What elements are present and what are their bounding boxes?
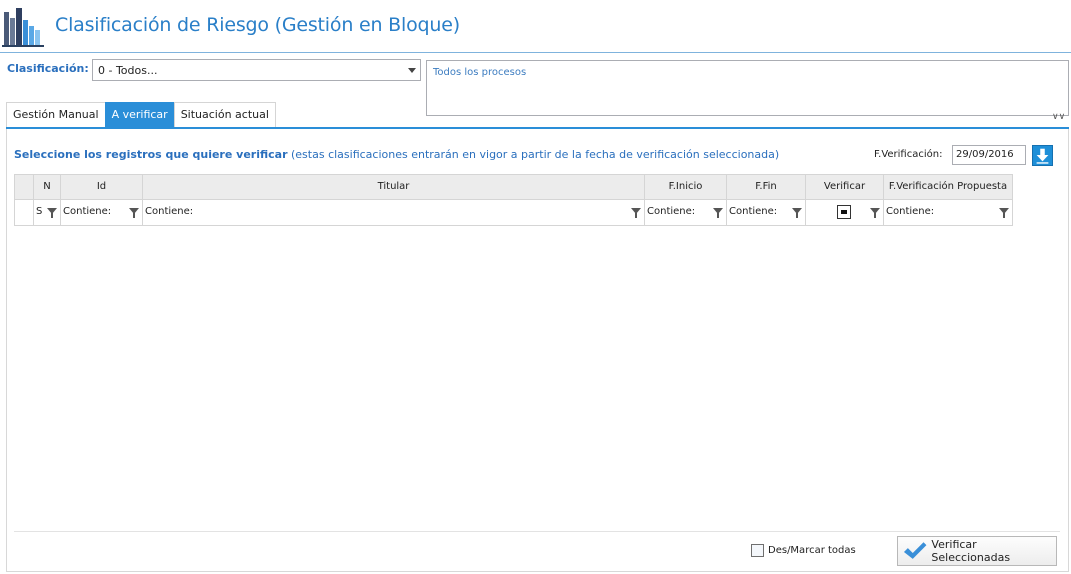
grid-filter-n-text: S [36, 206, 43, 217]
instructions-normal: (estas clasificaciones entrarán en vigor… [287, 148, 780, 161]
grid-header-verificar[interactable]: Verificar [806, 175, 884, 199]
building-chart-icon [2, 8, 44, 47]
grid-filter-fverificacion-propuesta[interactable]: Contiene: [884, 200, 1012, 225]
grid-filter-blank [15, 200, 34, 225]
procesos-text: Todos los procesos [433, 67, 527, 78]
app-window: Clasificación de Riesgo (Gestión en Bloq… [0, 0, 1071, 574]
grid-header-ffin[interactable]: F.Fin [727, 175, 806, 199]
grid-filter-row: S Contiene: Contiene: Contiene: Contiene… [15, 200, 1012, 225]
title-divider [0, 52, 1071, 53]
grid-header-finicio[interactable]: F.Inicio [645, 175, 727, 199]
grid-filter-finicio-text: Contiene: [647, 206, 696, 217]
instructions-text: Seleccione los registros que quiere veri… [14, 148, 779, 161]
verificar-filter-checkbox[interactable] [837, 205, 851, 219]
records-grid: N Id Titular F.Inicio F.Fin Verificar F.… [14, 174, 1013, 226]
grid-filter-verificar[interactable] [806, 200, 884, 225]
desmarcar-todas-checkbox[interactable]: Des/Marcar todas [751, 544, 856, 557]
fverificacion-label: F.Verificación: [874, 149, 943, 160]
grid-header-blank [15, 175, 34, 199]
filter-funnel-icon[interactable] [999, 208, 1009, 218]
grid-filter-titular-text: Contiene: [145, 206, 194, 217]
filter-funnel-icon[interactable] [631, 208, 641, 218]
filter-funnel-icon[interactable] [792, 208, 802, 218]
grid-filter-id-text: Contiene: [63, 206, 112, 217]
grid-filter-id[interactable]: Contiene: [61, 200, 143, 225]
grid-filter-titular[interactable]: Contiene: [143, 200, 645, 225]
grid-header-row: N Id Titular F.Inicio F.Fin Verificar F.… [15, 175, 1012, 200]
download-arrow-icon[interactable] [1032, 145, 1053, 166]
filter-funnel-icon[interactable] [713, 208, 723, 218]
clasificacion-label: Clasificación: [7, 62, 89, 75]
desmarcar-todas-label: Des/Marcar todas [768, 545, 856, 556]
verificar-seleccionadas-button[interactable]: Verificar Seleccionadas [897, 536, 1057, 566]
procesos-textbox[interactable]: Todos los procesos [426, 60, 1069, 116]
clasificacion-selected-value: 0 - Todos... [98, 64, 158, 77]
footer-divider [14, 531, 1060, 532]
grid-header-fverificacion-propuesta[interactable]: F.Verificación Propuesta [884, 175, 1012, 199]
grid-filter-fverprop-text: Contiene: [886, 206, 935, 217]
double-chevron-down-icon[interactable]: ∨∨ [1052, 113, 1065, 122]
grid-header-id[interactable]: Id [61, 175, 143, 199]
page-title: Clasificación de Riesgo (Gestión en Bloq… [55, 14, 460, 36]
verificar-seleccionadas-label: Verificar Seleccionadas [931, 538, 1011, 564]
tab-strip: Gestión Manual A verificar Situación act… [6, 102, 276, 127]
grid-header-titular[interactable]: Titular [143, 175, 645, 199]
instructions-bold: Seleccione los registros que quiere veri… [14, 148, 288, 161]
grid-filter-n[interactable]: S [34, 200, 61, 225]
checkbox-box[interactable] [751, 544, 764, 557]
clasificacion-select[interactable]: 0 - Todos... [92, 59, 421, 81]
grid-filter-ffin[interactable]: Contiene: [727, 200, 806, 225]
grid-filter-finicio[interactable]: Contiene: [645, 200, 727, 225]
filter-funnel-icon[interactable] [129, 208, 139, 218]
chevron-down-icon[interactable] [408, 68, 416, 73]
tab-a-verificar[interactable]: A verificar [104, 102, 175, 127]
checkmark-icon [903, 542, 927, 559]
tab-situacion-actual[interactable]: Situación actual [173, 102, 276, 127]
filter-funnel-icon[interactable] [47, 208, 57, 218]
grid-header-n[interactable]: N [34, 175, 61, 199]
fverificacion-date-input[interactable]: 29/09/2016 [952, 145, 1026, 165]
grid-filter-ffin-text: Contiene: [729, 206, 778, 217]
tab-gestion-manual[interactable]: Gestión Manual [6, 102, 106, 127]
filter-funnel-icon[interactable] [870, 208, 880, 218]
